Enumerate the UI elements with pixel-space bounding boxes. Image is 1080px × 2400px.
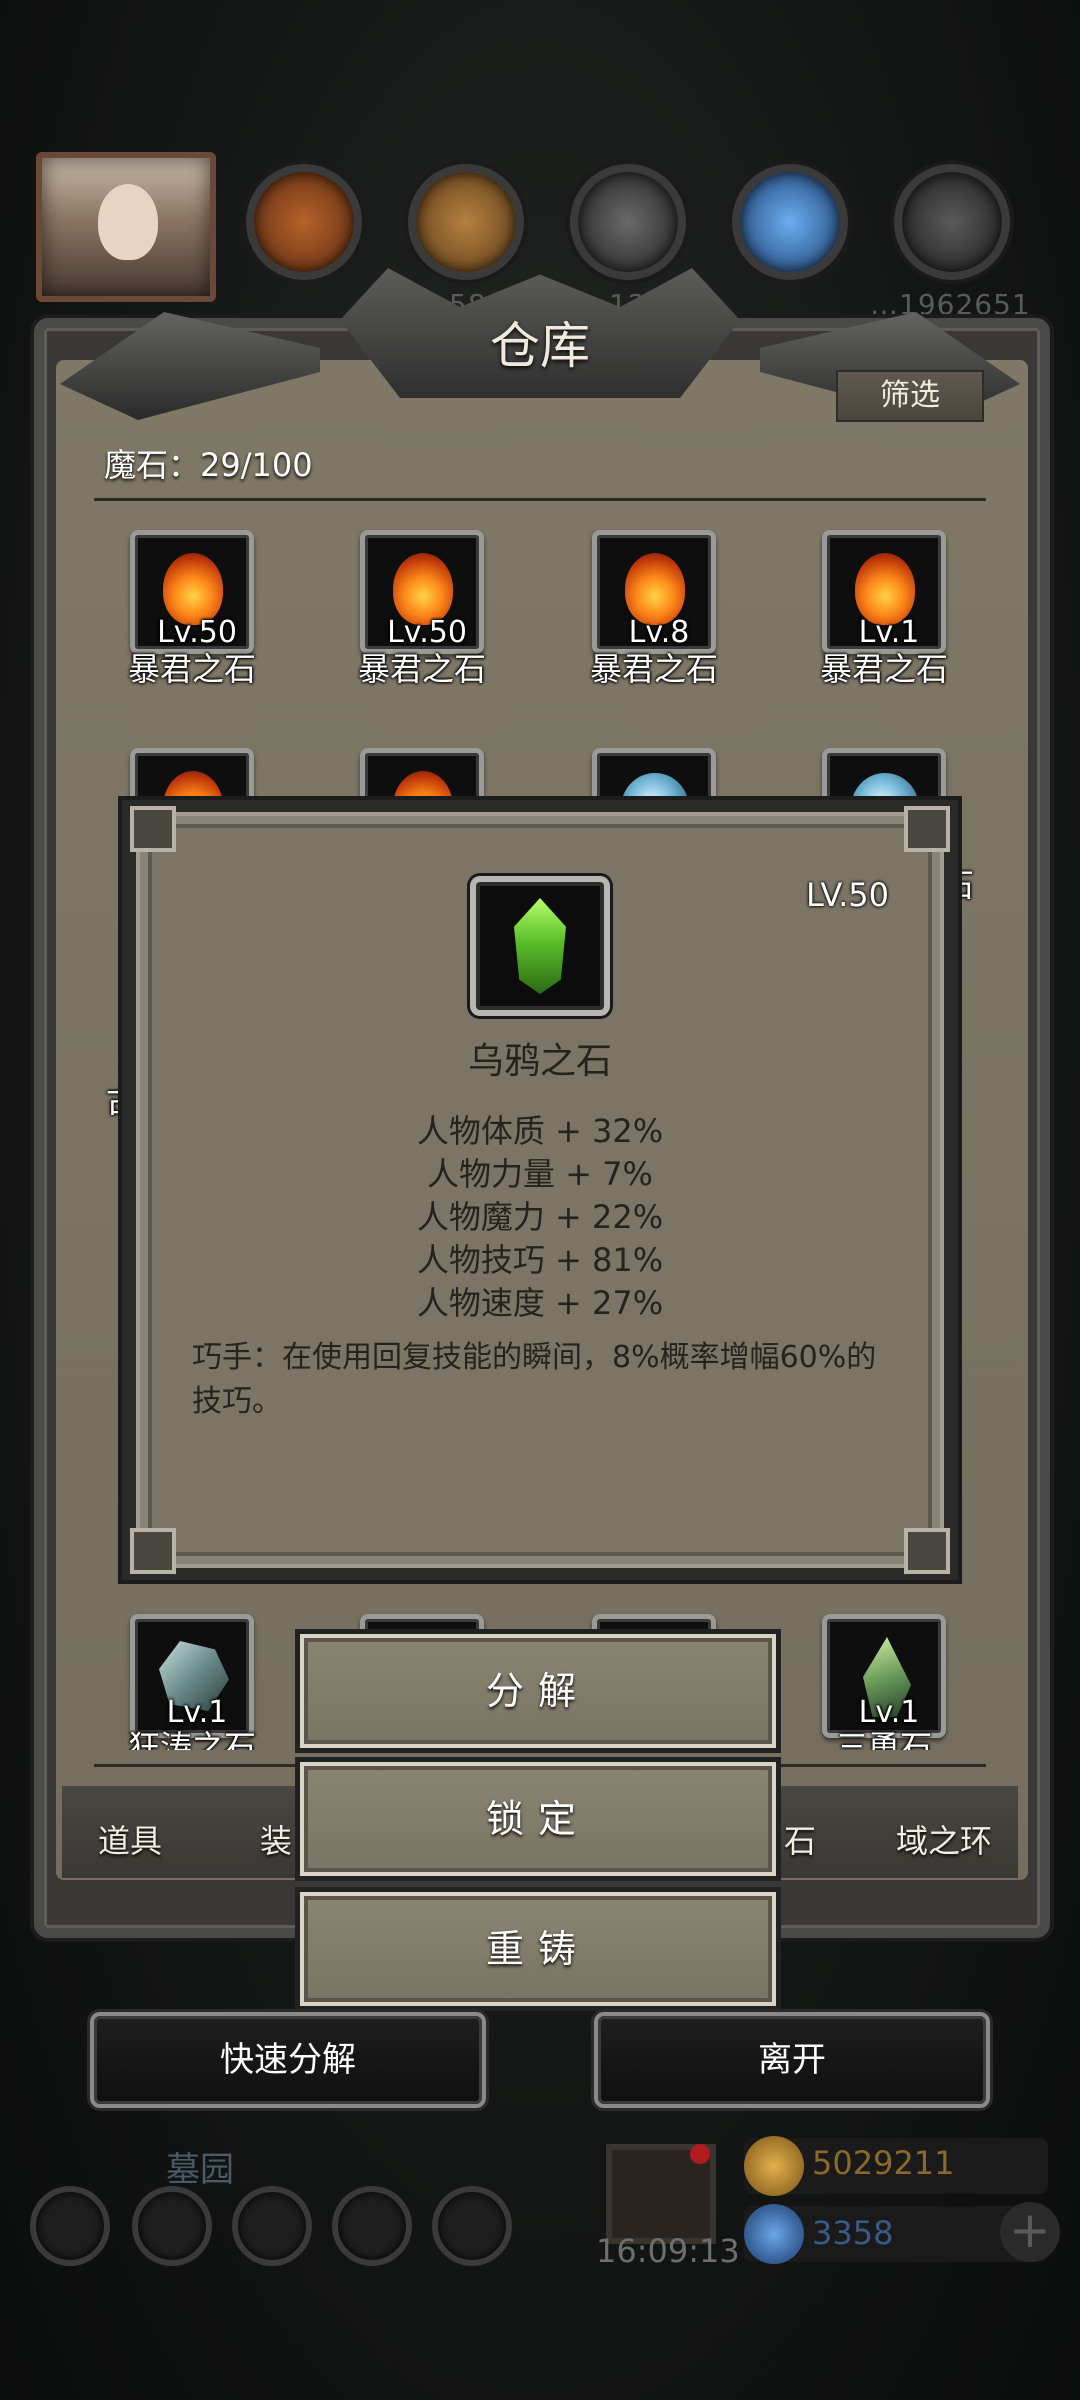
tooltip-corner (904, 1528, 950, 1574)
item-slot[interactable]: Lv.1 (822, 1614, 946, 1738)
gold-amount: 5029211 (812, 2144, 955, 2182)
resource-number: …1962651 (870, 288, 1031, 321)
clock-time: 16:09:13 (596, 2232, 740, 2270)
stat-line: 人物体质 + 32% (416, 1112, 664, 1150)
leave-button[interactable]: 离开 (594, 2012, 990, 2108)
lock-button[interactable]: 锁定 (300, 1762, 776, 1876)
crystal-resource-icon (732, 164, 848, 280)
tooltip-item-name: 乌鸦之石 (467, 1041, 612, 1082)
magic-stone-count: 魔石：29/100 (104, 446, 313, 484)
avatar-face (98, 184, 158, 260)
iron-resource-icon (570, 164, 686, 280)
item-name: 狂涛之石 (127, 1728, 256, 1750)
tooltip-corner (130, 1528, 176, 1574)
item-name: 暴君之石 (127, 650, 256, 688)
tab-equipment[interactable]: 装 (260, 1816, 292, 1862)
star-icon[interactable] (132, 2186, 212, 2266)
plank-resource-icon (408, 164, 524, 280)
skill-description: 巧手：在使用回复技能的瞬间，8%概率增幅60%的技巧。 (192, 1340, 877, 1419)
player-avatar[interactable] (36, 152, 216, 302)
wood-resource-icon (246, 164, 362, 280)
tooltip-level: LV.50 (806, 876, 889, 914)
tooltip-corner (130, 806, 176, 852)
stat-line: 人物技巧 + 81% (416, 1241, 664, 1279)
tab-domain-ring[interactable]: 域之环 (896, 1816, 992, 1862)
map-icon[interactable] (232, 2186, 312, 2266)
gem-amount: 3358 (812, 2214, 894, 2252)
handshake-icon[interactable] (432, 2186, 512, 2266)
add-currency-button[interactable]: + (1000, 2202, 1060, 2262)
recast-button[interactable]: 重铸 (300, 1892, 776, 2006)
decompose-button[interactable]: 分解 (300, 1634, 776, 1748)
divider (94, 498, 986, 501)
item-name: 暴君之石 (819, 650, 948, 688)
stat-line: 人物魔力 + 22% (416, 1198, 664, 1236)
crow-stone-icon (470, 876, 610, 1016)
location-label: 墓园 (166, 2150, 234, 2190)
filter-button[interactable]: 筛选 (836, 370, 984, 422)
notification-dot (690, 2144, 710, 2164)
settings-icon[interactable] (30, 2186, 110, 2266)
tab-magic-stone[interactable]: 石 (784, 1816, 816, 1862)
item-slot[interactable]: Lv.8 (592, 530, 716, 654)
stone-resource-icon (894, 164, 1010, 280)
gem-currency-icon (744, 2204, 804, 2264)
item-name: 暴君之石 (589, 650, 718, 688)
quick-decompose-button[interactable]: 快速分解 (90, 2012, 486, 2108)
item-slot[interactable]: Lv.1 (822, 530, 946, 654)
stat-line: 人物力量 + 7% (427, 1155, 653, 1193)
item-name: 三勇石 (835, 1728, 932, 1750)
mail-icon[interactable] (332, 2186, 412, 2266)
gold-coin-icon (744, 2136, 804, 2196)
stat-line: 人物速度 + 27% (416, 1284, 664, 1322)
item-name: 暴君之石 (357, 650, 486, 688)
item-slot[interactable]: Lv.50 (360, 530, 484, 654)
warehouse-title: 仓库 (490, 317, 590, 375)
item-slot[interactable]: Lv.50 (130, 530, 254, 654)
tab-items[interactable]: 道具 (98, 1816, 162, 1862)
tooltip-corner (904, 806, 950, 852)
green-crystal-icon (514, 898, 566, 994)
item-slot[interactable]: Lv.1 (130, 1614, 254, 1738)
